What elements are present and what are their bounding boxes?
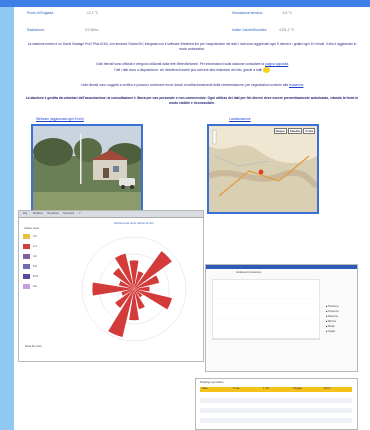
pressure-legend-item: ■ Soglia — [326, 330, 335, 333]
pressure-legend: ■ Pressione ■ Tendenza ■ Massima ■ Minima ■ … — [326, 305, 339, 335]
info-paragraph-2-text: I dati rilevati sono ufficiali e vengono… — [95, 62, 265, 66]
wind-legend-swatch — [23, 263, 30, 269]
info-paragraph-2: I dati rilevati sono ufficiali e vengono… — [24, 62, 360, 73]
wind-rose-toolbar: File Modifica Visualizza Strumenti ? — [19, 211, 203, 218]
menu-help[interactable]: ? — [79, 212, 80, 215]
map-type-buttons: Mappa Satellite Ibrida — [273, 128, 315, 134]
map-type-button-map[interactable]: Mappa — [273, 128, 287, 134]
info-paragraph-1: La stazione meteo è un Davis Vantage Pro… — [27, 42, 357, 51]
info-paragraph-4: La stazione è gestita da volontari dell'… — [24, 96, 360, 105]
map-type-button-hybrid[interactable]: Ibrida — [303, 128, 315, 134]
wind-legend-swatch — [23, 243, 30, 249]
webcam-caption-link[interactable]: Webcam (aggiornata ogni 5 min) — [36, 117, 84, 121]
info-paragraph-3-text: I dati rilevati sono soggetti a verifica… — [80, 83, 289, 87]
webcam-scene-image — [33, 126, 141, 212]
pressure-chart-title: Andamento pressione — [236, 271, 262, 274]
wind-legend-swatch — [23, 273, 30, 279]
pressure-screenshot: Andamento pressione ■ Pressione ■ Tendenz… — [205, 264, 358, 372]
wind-legend-label: 0-2 — [33, 234, 37, 238]
map-caption-link[interactable]: Localizzazione — [229, 117, 251, 121]
menu-file[interactable]: File — [23, 212, 27, 215]
info-paragraph-2-text-b: Tutti i dati sono a disposizione: chi de… — [113, 67, 263, 72]
wind-legend-label: 8-10 — [33, 274, 39, 278]
location-map[interactable]: Mappa Satellite Ibrida — [207, 124, 319, 214]
field-radiation: Radiazione: 0.0 W/m² — [27, 28, 99, 32]
wind-legend-item: 6-8 — [23, 261, 38, 271]
field-radiation-label: Radiazione: — [27, 28, 45, 32]
editorial-link[interactable]: redazione — [289, 83, 303, 87]
station-page-link[interactable]: pagina apposita — [265, 62, 288, 66]
field-heatindex: Indice Calore/Humidex: 4.5/1.2 °C — [232, 28, 294, 32]
field-dewpoint-value: -12.1 °C — [85, 11, 99, 15]
field-dewpoint-label: Punto di Rugiada: — [27, 11, 54, 15]
menu-tools[interactable]: Strumenti — [63, 212, 74, 215]
summary-header-cell: T max — [232, 387, 240, 390]
map-terrain-image — [209, 126, 317, 212]
wind-legend-swatch — [23, 233, 30, 239]
field-heatindex-label: Indice Calore/Humidex: — [232, 28, 268, 32]
menu-view[interactable]: Visualizza — [47, 212, 59, 215]
info-paragraph-4-text: La stazione è gestita da volontari dell'… — [25, 96, 359, 105]
pressure-chart-area — [212, 279, 320, 340]
info-paragraph-3: I dati rilevati sono soggetti a verifica… — [24, 83, 360, 88]
wind-legend-item: 4-6 — [23, 251, 38, 261]
menu-edit[interactable]: Modifica — [33, 212, 43, 215]
field-radiation-value: 0.0 W/m² — [84, 28, 99, 32]
wind-legend-label: 6-8 — [33, 264, 37, 268]
wind-rose-chart — [81, 236, 187, 342]
summary-header-cell: Vento — [323, 387, 331, 390]
field-heatindex-value: 4.5/1.2 °C — [279, 28, 295, 32]
summary-screenshot: Riepilogo giornaliero Data T max T min Piog… — [195, 378, 358, 430]
field-windchill: Sensazione termica: 4.5 °C — [232, 11, 292, 15]
pressure-window-titlebar — [206, 265, 357, 269]
wind-legend-item: 2-4 — [23, 241, 38, 251]
wind-legend-label: 2-4 — [33, 244, 37, 248]
top-bar — [0, 0, 370, 7]
wind-rose-petal — [108, 289, 134, 338]
smiley-icon — [263, 66, 271, 73]
wind-legend-swatch — [23, 253, 30, 259]
wind-legend-item: 0-2 — [23, 231, 38, 241]
left-sidebar-strip — [0, 7, 14, 430]
summary-table-header: Data T max T min Pioggia Vento — [200, 387, 352, 392]
wind-rose-title: Direzione del vento (ultime 24 ore) — [114, 222, 154, 225]
wind-legend-label: 4-6 — [33, 254, 37, 258]
summary-header-cell: Pioggia — [293, 387, 302, 390]
wind-legend-item: 8-10 — [23, 271, 38, 281]
webcam-image[interactable] — [31, 124, 143, 214]
field-windchill-label: Sensazione termica: — [232, 11, 263, 15]
summary-header-cell: T min — [262, 387, 270, 390]
wind-legend-item: 10+ — [23, 281, 38, 291]
wind-legend: 0-2 2-4 4-6 6-8 8-10 10+ — [23, 231, 38, 291]
wind-rose-screenshot: File Modifica Visualizza Strumenti ? Dir… — [18, 210, 204, 362]
wind-legend-swatch — [23, 283, 30, 289]
wind-rose-footer: Rosa dei venti — [25, 345, 42, 348]
summary-title: Riepilogo giornaliero — [200, 381, 224, 384]
wind-legend-label: 10+ — [33, 284, 38, 288]
legend-title: Classe vento — [24, 227, 39, 230]
summary-header-cell: Data — [202, 387, 208, 390]
field-windchill-value: 4.5 °C — [282, 11, 293, 15]
field-dewpoint: Punto di Rugiada: -12.1 °C — [27, 11, 98, 15]
content-page: Punto di Rugiada: -12.1 °C Sensazione te… — [14, 7, 370, 430]
summary-table-body — [200, 393, 352, 427]
map-type-button-satellite[interactable]: Satellite — [287, 128, 303, 134]
